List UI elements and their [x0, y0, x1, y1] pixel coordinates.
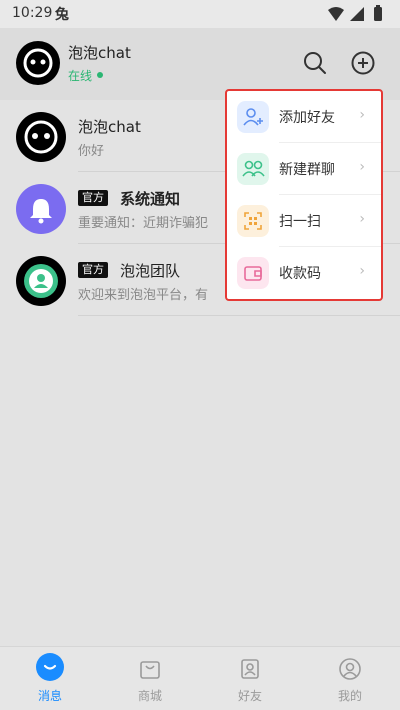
conversation-preview: 你好	[78, 144, 105, 159]
online-dot	[97, 72, 103, 78]
add-friend-icon	[237, 101, 269, 133]
bubble-face-avatar	[16, 112, 66, 162]
menu-item-payment-code[interactable]: 收款码 ›	[227, 247, 381, 299]
status-time: 10:29	[12, 5, 53, 21]
menu-item-label: 添加好友	[279, 110, 335, 126]
add-circle-icon[interactable]	[350, 50, 376, 76]
tab-label: 商城	[137, 689, 162, 703]
bubble-face-icon	[23, 48, 53, 78]
conversation-title: 系统通知	[120, 190, 181, 208]
bottom-tab-bar: 消息 商城 好友 我的	[0, 646, 400, 710]
conversation-title: 泡泡团队	[120, 262, 181, 280]
tab-label: 消息	[37, 689, 62, 703]
status-icons	[328, 5, 382, 21]
battery-icon	[374, 7, 382, 21]
signal-icon	[350, 7, 364, 21]
menu-item-new-group[interactable]: 新建群聊 ›	[227, 143, 381, 195]
wallet-icon	[237, 257, 269, 289]
add-popup-menu: 添加好友 › 新建群聊 › 扫一扫 › 收款码 ›	[225, 89, 383, 301]
online-status: 在线	[68, 69, 93, 83]
bell-icon	[30, 199, 52, 224]
tab-label: 我的	[337, 689, 362, 703]
conversation-title: 泡泡chat	[78, 118, 141, 136]
group-chat-icon	[237, 153, 269, 185]
scan-icon	[237, 205, 269, 237]
conversation-preview: 重要通知：近期诈骗犯	[78, 216, 209, 231]
conversation-preview: 欢迎来到泡泡平台，有	[78, 288, 209, 303]
chevron-right-icon: ›	[359, 159, 365, 175]
status-bar: 10:29 兔	[0, 0, 400, 28]
menu-item-label: 新建群聊	[279, 162, 335, 178]
tab-label: 好友	[237, 689, 262, 703]
person-avatar	[16, 256, 66, 306]
user-profile-icon	[339, 658, 361, 680]
person-icon	[24, 264, 58, 298]
user-name: 泡泡chat	[68, 44, 131, 62]
menu-item-add-friend[interactable]: 添加好友 ›	[227, 91, 381, 143]
official-badge: 官方	[78, 190, 108, 206]
official-badge: 官方	[78, 262, 108, 278]
message-bubble-icon	[36, 653, 64, 681]
wifi-icon	[328, 7, 344, 21]
tab-messages[interactable]: 消息	[0, 647, 100, 710]
contacts-icon	[241, 659, 259, 679]
menu-item-label: 收款码	[279, 266, 321, 282]
bubble-face-icon	[24, 120, 58, 154]
tab-profile[interactable]: 我的	[300, 647, 400, 710]
shopping-bag-icon	[140, 661, 160, 679]
bell-avatar	[16, 184, 66, 234]
notification-app-icon: 兔	[55, 7, 69, 23]
user-avatar[interactable]	[16, 41, 60, 85]
search-icon[interactable]	[302, 50, 328, 76]
chevron-right-icon: ›	[359, 263, 365, 279]
tab-friends[interactable]: 好友	[200, 647, 300, 710]
menu-item-label: 扫一扫	[279, 214, 321, 230]
tab-mall[interactable]: 商城	[100, 647, 200, 710]
chevron-right-icon: ›	[359, 107, 365, 123]
menu-item-scan[interactable]: 扫一扫 ›	[227, 195, 381, 247]
chevron-right-icon: ›	[359, 211, 365, 227]
row-divider	[78, 315, 400, 316]
